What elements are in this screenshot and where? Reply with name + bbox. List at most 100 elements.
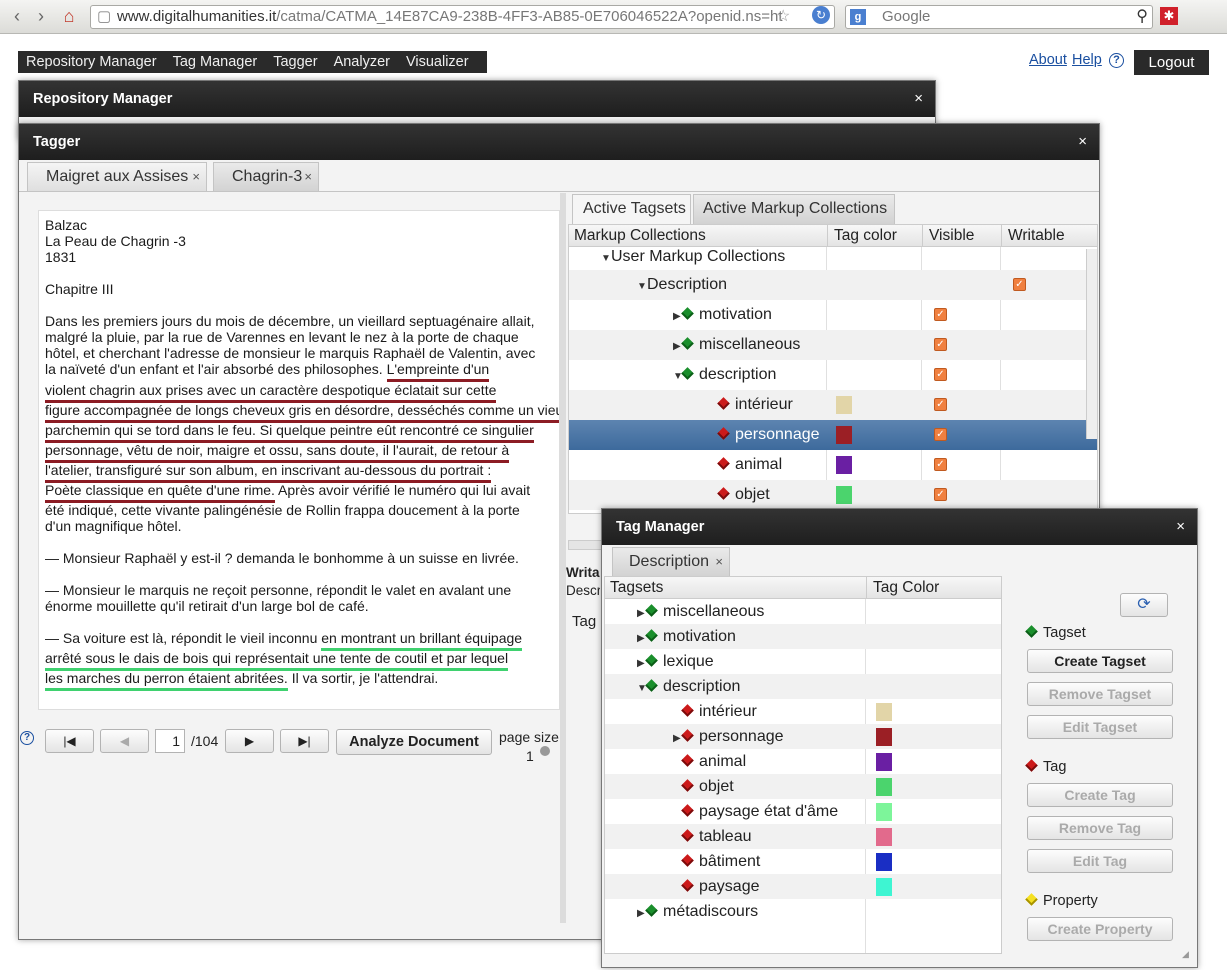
close-icon[interactable]: × (715, 548, 723, 576)
table-row[interactable]: ▶ personnage (605, 724, 1001, 749)
tab-active-tagsets[interactable]: Active Tagsets (572, 194, 691, 224)
document-view[interactable]: Balzac La Peau de Chagrin -3 1831 Chapit… (38, 210, 560, 710)
close-icon[interactable]: × (192, 163, 200, 191)
expand-icon[interactable]: ▶ (637, 626, 647, 651)
resize-handle-icon[interactable]: ◢ (1182, 949, 1192, 959)
table-row[interactable]: ▼ description ✓ (569, 360, 1097, 390)
tagged-span[interactable]: L'empreinte d'un (386, 361, 490, 382)
logout-button[interactable]: Logout (1134, 50, 1209, 75)
collapse-icon[interactable]: ▼ (637, 676, 647, 701)
table-row[interactable]: bâtiment (605, 849, 1001, 874)
refresh-button[interactable]: ⟳ (1120, 593, 1168, 617)
analyze-document-button[interactable]: Analyze Document (336, 729, 492, 755)
menu-analyzer[interactable]: Analyzer (326, 51, 398, 73)
expand-icon[interactable]: ▶ (673, 302, 683, 332)
search-icon[interactable]: ⚲ (1136, 6, 1148, 28)
visible-checkbox[interactable]: ✓ (934, 458, 947, 471)
tagged-span[interactable]: personnage, vêtu de noir, maigre et ossu… (45, 442, 510, 463)
close-icon[interactable]: × (1176, 509, 1185, 545)
about-link[interactable]: About (1029, 52, 1067, 68)
home-icon[interactable]: ⌂ (58, 5, 80, 27)
visible-checkbox[interactable]: ✓ (934, 398, 947, 411)
horizontal-scrollbar[interactable] (568, 540, 602, 550)
help-icon[interactable]: ? (20, 731, 34, 745)
close-icon[interactable]: × (914, 81, 923, 117)
forward-icon[interactable]: › (30, 5, 52, 27)
menu-repository-manager[interactable]: Repository Manager (18, 51, 165, 73)
table-row[interactable]: ▶ miscellaneous ✓ (569, 330, 1097, 360)
help-icon[interactable]: ? (1109, 53, 1124, 68)
back-icon[interactable]: ‹ (6, 5, 28, 27)
tagged-span[interactable]: les marches du perron étaient abritées. (45, 670, 288, 691)
collapse-icon[interactable]: ▼ (601, 245, 611, 273)
expand-icon[interactable]: ▶ (637, 601, 647, 626)
last-page-button[interactable]: ▶| (280, 729, 329, 753)
menu-visualizer[interactable]: Visualizer (398, 51, 477, 73)
collapse-icon[interactable]: ▼ (637, 272, 647, 302)
visible-checkbox[interactable]: ✓ (934, 428, 947, 441)
visible-checkbox[interactable]: ✓ (934, 308, 947, 321)
table-row[interactable]: paysage état d'âme (605, 799, 1001, 824)
expand-icon[interactable]: ▶ (637, 901, 647, 926)
create-tag-button[interactable]: Create Tag (1027, 783, 1173, 807)
search-input[interactable]: g Google ⚲ (845, 5, 1153, 29)
create-tagset-button[interactable]: Create Tagset (1027, 649, 1173, 673)
table-row[interactable]: ▼User Markup Collections (569, 243, 1097, 271)
help-link[interactable]: Help (1072, 52, 1102, 68)
table-row[interactable]: animal ✓ (569, 450, 1097, 480)
tab-maigret[interactable]: Maigret aux Assises × (27, 162, 207, 192)
visible-checkbox[interactable]: ✓ (934, 368, 947, 381)
tagged-span[interactable]: violent chagrin aux prises avec un carac… (45, 382, 497, 403)
remove-tag-button[interactable]: Remove Tag (1027, 816, 1173, 840)
tagged-span[interactable]: arrêté sous le dais de bois qui représen… (45, 650, 509, 671)
table-row[interactable]: personnage ✓ (569, 420, 1097, 450)
table-row[interactable]: animal (605, 749, 1001, 774)
close-icon[interactable]: × (304, 163, 312, 191)
table-row[interactable]: intérieur (605, 699, 1001, 724)
tab-active-markup-collections[interactable]: Active Markup Collections (693, 194, 895, 224)
table-row[interactable]: ▶ lexique (605, 649, 1001, 674)
menu-tagger[interactable]: Tagger (265, 51, 325, 73)
tagged-span[interactable]: parchemin qui se tord dans le feu. Si qu… (45, 422, 534, 443)
edit-tagset-button[interactable]: Edit Tagset (1027, 715, 1173, 739)
tagged-span[interactable]: l'atelier, transfiguré sur son album, en… (45, 462, 492, 483)
collapse-icon[interactable]: ▼ (673, 362, 683, 392)
tab-description[interactable]: Description × (612, 547, 730, 577)
table-row[interactable]: objet (605, 774, 1001, 799)
page-input[interactable]: 1 (155, 729, 185, 753)
table-row[interactable]: ▼Description ✓ (569, 270, 1097, 300)
table-row[interactable]: ▶ miscellaneous (605, 599, 1001, 624)
table-row[interactable]: ▶ motivation ✓ (569, 300, 1097, 330)
remove-tagset-button[interactable]: Remove Tagset (1027, 682, 1173, 706)
split-divider[interactable] (560, 193, 566, 923)
expand-icon[interactable]: ▶ (673, 332, 683, 362)
addon-icon[interactable]: ✱ (1160, 7, 1178, 25)
create-property-button[interactable]: Create Property (1027, 917, 1173, 941)
reload-icon[interactable]: ↻ (812, 6, 830, 24)
tab-chagrin[interactable]: Chagrin-3 × (213, 162, 319, 192)
table-row[interactable]: ▶ motivation (605, 624, 1001, 649)
table-row[interactable]: ▼ description (605, 674, 1001, 699)
menu-tag-manager[interactable]: Tag Manager (165, 51, 266, 73)
table-row[interactable]: intérieur ✓ (569, 390, 1097, 420)
table-row[interactable]: paysage (605, 874, 1001, 899)
edit-tag-button[interactable]: Edit Tag (1027, 849, 1173, 873)
expand-icon[interactable]: ▶ (673, 726, 683, 751)
tagged-span[interactable]: figure accompagnée de longs cheveux gris… (45, 402, 559, 423)
table-row[interactable]: ▶ métadiscours (605, 899, 1001, 924)
writable-checkbox[interactable]: ✓ (1013, 278, 1026, 291)
bookmark-star-icon[interactable]: ☆ (776, 6, 790, 26)
close-icon[interactable]: × (1078, 124, 1087, 160)
visible-checkbox[interactable]: ✓ (934, 488, 947, 501)
url-bar[interactable]: ▢ www.digitalhumanities.it/catma/CATMA_14… (90, 5, 835, 29)
column-header[interactable]: Tagsets (605, 577, 663, 599)
table-row[interactable]: objet ✓ (569, 480, 1097, 510)
page-size-slider[interactable] (540, 746, 550, 756)
tagged-span[interactable]: Poète classique en quête d'une rime. (45, 482, 275, 503)
vertical-scrollbar[interactable] (1086, 249, 1097, 439)
prev-page-button[interactable]: ◀ (100, 729, 149, 753)
first-page-button[interactable]: |◀ (45, 729, 94, 753)
visible-checkbox[interactable]: ✓ (934, 338, 947, 351)
next-page-button[interactable]: ▶ (225, 729, 274, 753)
tagged-span[interactable]: en montrant un brillant équipage (321, 630, 523, 651)
